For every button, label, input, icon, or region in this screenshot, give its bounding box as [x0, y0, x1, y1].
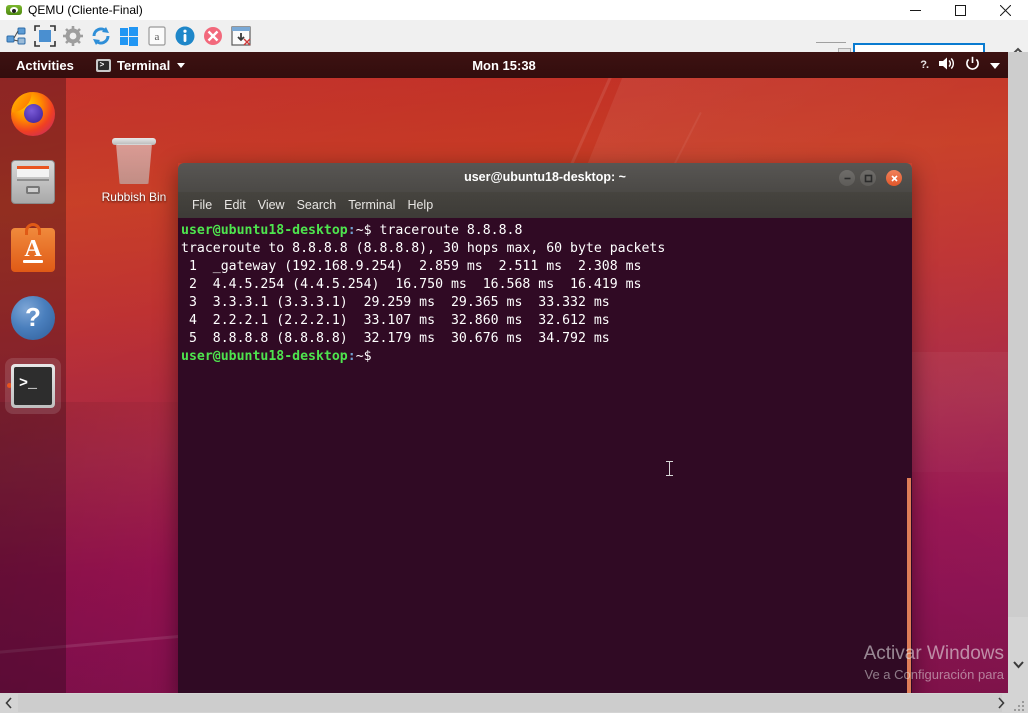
power-icon: [965, 56, 980, 74]
windows-logo-icon[interactable]: [118, 25, 140, 47]
gnome-top-bar: Activities Terminal Mon 15:38 ?.: [0, 52, 1008, 78]
horizontal-scrollbar[interactable]: [0, 693, 1028, 713]
host-window-title: QEMU (Cliente-Final): [28, 3, 143, 17]
qemu-icon: [6, 2, 22, 18]
snapshot-icon[interactable]: [230, 25, 252, 47]
dock-item-terminal[interactable]: >_: [5, 358, 61, 414]
menu-view[interactable]: View: [252, 196, 291, 214]
output-line-2: 2 4.4.5.254 (4.4.5.254) 16.750 ms 16.568…: [181, 277, 642, 292]
menu-file[interactable]: File: [186, 196, 218, 214]
output-line-1: 1 _gateway (192.168.9.254) 2.859 ms 2.51…: [181, 259, 642, 274]
desktop-icon-rubbish-bin[interactable]: Rubbish Bin: [92, 136, 176, 218]
terminal-icon: [96, 59, 111, 72]
firefox-icon: [11, 92, 55, 136]
horizontal-scrollbar-thumb[interactable]: [18, 694, 1002, 712]
document-icon[interactable]: a: [146, 25, 168, 47]
terminal-titlebar[interactable]: user@ubuntu18-desktop: ~: [178, 163, 912, 193]
guest-vm-viewport[interactable]: Activities Terminal Mon 15:38 ?.: [0, 52, 1008, 693]
prompt-path: ~$: [356, 223, 372, 238]
maximize-icon[interactable]: [938, 0, 983, 20]
app-menu-label: Terminal: [117, 58, 170, 73]
prompt2-user-host: user@ubuntu18-desktop: [181, 349, 348, 364]
activities-button[interactable]: Activities: [10, 52, 80, 78]
window-resize-handle[interactable]: [907, 478, 911, 693]
dock-item-software[interactable]: A: [5, 222, 61, 278]
terminal-text: user@ubuntu18-desktop:~$ traceroute 8.8.…: [180, 222, 912, 366]
terminal-command: traceroute 8.8.8.8: [372, 223, 523, 238]
volume-icon: [938, 56, 955, 74]
maximize-icon[interactable]: [860, 170, 876, 186]
app-menu[interactable]: Terminal: [96, 52, 185, 78]
menu-search[interactable]: Search: [291, 196, 343, 214]
minimize-icon[interactable]: [893, 0, 938, 20]
window-resize-grip[interactable]: [1014, 699, 1026, 711]
chevron-down-icon[interactable]: [1008, 655, 1028, 675]
network-icon[interactable]: [6, 25, 28, 47]
chevron-right-icon[interactable]: [992, 693, 1010, 713]
cancel-icon[interactable]: [202, 25, 224, 47]
minimize-icon[interactable]: [839, 170, 855, 186]
fullscreen-icon[interactable]: [34, 25, 56, 47]
dock-item-help[interactable]: [5, 290, 61, 346]
output-line-4: 4 2.2.2.1 (2.2.2.1) 33.107 ms 32.860 ms …: [181, 313, 610, 328]
clock-label: Mon 15:38: [472, 58, 536, 73]
info-icon[interactable]: [174, 25, 196, 47]
prompt-colon: :: [348, 223, 356, 238]
svg-text:a: a: [155, 31, 160, 43]
chevron-left-icon[interactable]: [0, 693, 18, 713]
vertical-scrollbar-thumb[interactable]: [1008, 52, 1028, 617]
output-line-3: 3 3.3.3.1 (3.3.3.1) 29.259 ms 29.365 ms …: [181, 295, 610, 310]
chevron-down-icon: [990, 58, 1000, 73]
menu-terminal[interactable]: Terminal: [342, 196, 401, 214]
activities-label: Activities: [16, 58, 74, 73]
toolbar-divider: [816, 42, 846, 43]
qemu-toolbar: a: [0, 20, 1028, 53]
terminal-window-title: user@ubuntu18-desktop: ~: [178, 163, 912, 192]
terminal-icon: >_: [11, 364, 55, 408]
prompt2-colon: :: [348, 349, 356, 364]
terminal-window[interactable]: user@ubuntu18-desktop: ~ File Edit Vi: [178, 163, 912, 693]
software-icon: A: [11, 228, 55, 272]
text-cursor-icon: [669, 461, 670, 476]
help-icon: [11, 296, 55, 340]
prompt2-path: ~$: [356, 349, 372, 364]
files-icon: [11, 160, 55, 204]
prompt-user-host: user@ubuntu18-desktop: [181, 223, 348, 238]
output-line-0: traceroute to 8.8.8.8 (8.8.8.8), 30 hops…: [181, 241, 665, 256]
gear-icon[interactable]: [62, 25, 84, 47]
dock-item-firefox[interactable]: [5, 86, 61, 142]
menu-help[interactable]: Help: [401, 196, 439, 214]
output-line-5: 5 8.8.8.8 (8.8.8.8) 32.179 ms 30.676 ms …: [181, 331, 610, 346]
qemu-host-window: QEMU (Cliente-Final): [0, 0, 1028, 713]
system-status-area[interactable]: ?.: [920, 52, 1000, 78]
terminal-output-area[interactable]: user@ubuntu18-desktop:~$ traceroute 8.8.…: [178, 218, 912, 693]
vertical-scrollbar[interactable]: [1008, 52, 1028, 693]
keyboard-layout-icon: ?.: [920, 59, 928, 71]
host-titlebar: QEMU (Cliente-Final): [0, 0, 1028, 20]
close-icon[interactable]: [983, 0, 1028, 20]
dock-item-files[interactable]: [5, 154, 61, 210]
desktop-icon-label: Rubbish Bin: [92, 190, 176, 204]
ubuntu-dock: A >_: [0, 78, 66, 693]
chevron-down-icon: [177, 63, 185, 68]
menu-edit[interactable]: Edit: [218, 196, 252, 214]
terminal-menubar: File Edit View Search Terminal Help: [178, 192, 912, 218]
trash-icon: [112, 138, 156, 186]
refresh-icon[interactable]: [90, 25, 112, 47]
close-icon[interactable]: [886, 170, 902, 186]
